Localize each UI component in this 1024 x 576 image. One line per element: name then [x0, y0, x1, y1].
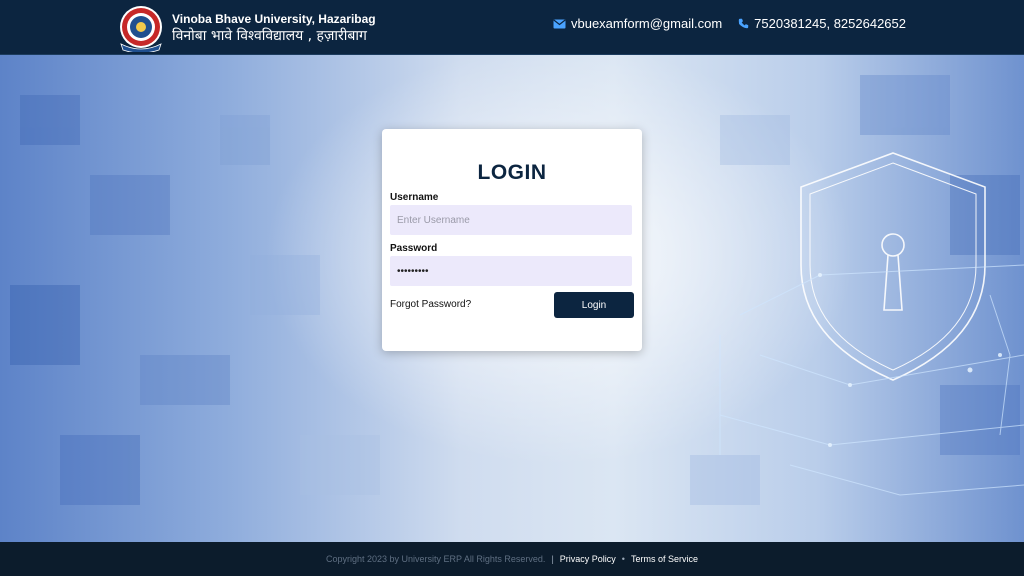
footer-separator: |: [551, 554, 554, 564]
contact-info: vbuexamform@gmail.com 7520381245, 825264…: [553, 16, 906, 31]
envelope-icon: [553, 19, 566, 28]
contact-email[interactable]: vbuexamform@gmail.com: [553, 16, 722, 31]
university-name-english: Vinoba Bhave University, Hazaribag: [172, 12, 376, 26]
privacy-policy-link[interactable]: Privacy Policy: [560, 554, 616, 564]
university-seal: [120, 6, 162, 52]
phone-text: 7520381245, 8252642652: [754, 16, 906, 31]
forgot-password-link[interactable]: Forgot Password?: [390, 299, 471, 310]
copyright-text: Copyright 2023 by University ERP All Rig…: [326, 554, 546, 564]
footer: Copyright 2023 by University ERP All Rig…: [0, 542, 1024, 576]
login-button[interactable]: Login: [554, 292, 634, 318]
email-text: vbuexamform@gmail.com: [570, 16, 723, 31]
terms-of-service-link[interactable]: Terms of Service: [631, 554, 698, 564]
login-title: LOGIN: [477, 161, 547, 184]
phone-icon: [738, 18, 749, 29]
university-name-hindi: विनोबा भावे विश्वविद्यालय , हज़ारीबाग: [172, 28, 367, 44]
username-label: Username: [390, 192, 439, 203]
top-header: Vinoba Bhave University, Hazaribag विनोब…: [0, 0, 1024, 55]
password-label: Password: [390, 243, 438, 254]
contact-phone[interactable]: 7520381245, 8252642652: [738, 16, 906, 31]
password-input[interactable]: [390, 256, 632, 286]
footer-dot-separator: •: [621, 554, 625, 564]
username-input[interactable]: [390, 205, 632, 235]
login-card: LOGIN Username Password Forgot Password?…: [382, 129, 642, 351]
background-hero: LOGIN Username Password Forgot Password?…: [0, 55, 1024, 542]
